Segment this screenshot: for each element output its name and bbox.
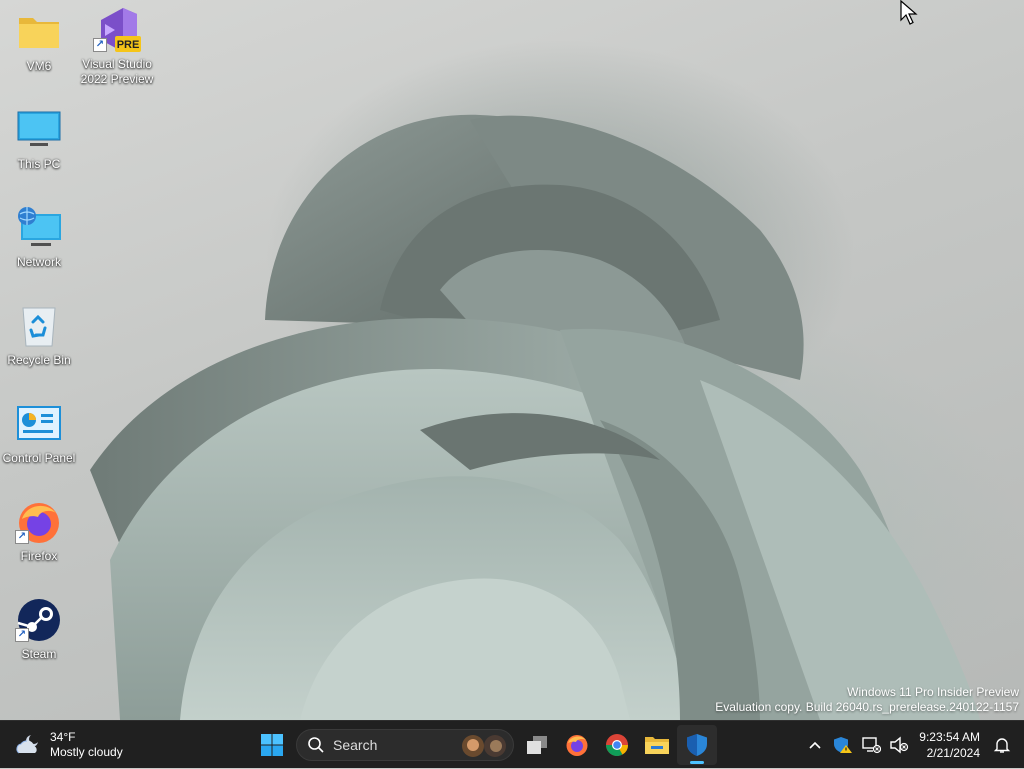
folder-icon	[15, 8, 63, 56]
watermark-edition: Windows 11 Pro Insider Preview	[847, 685, 1019, 699]
monitor-icon	[15, 106, 63, 154]
taskbar-search-box[interactable]: Search	[296, 729, 514, 761]
network-icon	[15, 204, 63, 252]
desktop-icon-visual-studio[interactable]: PRE ↗ Visual Studio 2022 Preview	[78, 6, 156, 87]
security-warning-icon	[834, 737, 853, 753]
system-tray: 9:23:54 AM 2/21/2024	[801, 721, 1024, 769]
taskbar-clock[interactable]: 9:23:54 AM 2/21/2024	[919, 729, 980, 761]
tray-network-button[interactable]	[857, 725, 885, 765]
chrome-icon	[606, 734, 628, 756]
watermark-build: Evaluation copy. Build 26040.rs_prerelea…	[715, 700, 1019, 714]
shortcut-arrow-icon: ↗	[15, 530, 29, 544]
steam-icon: ↗	[15, 596, 63, 644]
windows-start-icon	[261, 734, 283, 756]
firefox-icon: ↗	[15, 498, 63, 546]
clock-date: 2/21/2024	[926, 746, 980, 760]
wallpaper-bloom	[90, 114, 980, 720]
volume-muted-icon	[890, 736, 909, 754]
show-hidden-icons-button[interactable]	[801, 725, 829, 765]
shield-icon	[687, 734, 707, 756]
notifications-button[interactable]	[988, 725, 1016, 765]
file-explorer-icon	[645, 737, 669, 754]
firefox-icon	[566, 735, 588, 756]
desktop-icon-label: Steam	[21, 647, 57, 661]
desktop-icon-label: VM6	[26, 59, 52, 73]
chevron-up-icon	[809, 741, 821, 749]
search-placeholder: Search	[333, 737, 378, 753]
bell-icon	[993, 738, 1011, 753]
svg-text:PRE: PRE	[117, 39, 140, 51]
taskbar: 34°F Mostly cloudy Search 9:23:54 AM 2/2…	[0, 720, 1024, 768]
shortcut-arrow-icon: ↗	[15, 628, 29, 642]
taskbar-file-explorer[interactable]	[637, 725, 677, 765]
control-panel-icon	[15, 400, 63, 448]
desktop-icon-label: Network	[16, 255, 61, 269]
desktop-icon-steam[interactable]: ↗ Steam	[0, 596, 78, 662]
start-button[interactable]	[252, 725, 292, 765]
desktop-icon-label: This PC	[17, 157, 61, 171]
taskbar-chrome[interactable]	[597, 725, 637, 765]
desktop-icon-control-panel[interactable]: Control Panel	[0, 400, 78, 466]
desktop-icon-label: Recycle Bin	[7, 353, 71, 367]
desktop-icon-label: Visual Studio 2022 Preview	[80, 57, 154, 86]
shortcut-arrow-icon: ↗	[93, 38, 107, 52]
search-icon	[308, 737, 324, 753]
weather-temperature: 34°F	[50, 730, 76, 744]
desktop-icon-this-pc[interactable]: This PC	[0, 106, 78, 172]
cloudy-moon-icon	[16, 734, 39, 754]
weather-widget[interactable]: 34°F Mostly cloudy	[14, 727, 123, 763]
desktop-icon-vm6[interactable]: VM6	[0, 8, 78, 74]
search-highlight-image	[462, 735, 506, 757]
task-view-button[interactable]	[517, 725, 557, 765]
tray-volume-button[interactable]	[885, 725, 913, 765]
desktop-icon-network[interactable]: Network	[0, 204, 78, 270]
desktop[interactable]: VM6 PRE ↗ Visual Studio 2022 Preview Thi…	[0, 0, 1024, 720]
recycle-bin-icon	[15, 302, 63, 350]
desktop-icon-label: Firefox	[20, 549, 58, 563]
network-disconnected-icon	[862, 737, 882, 754]
mouse-cursor-icon	[900, 0, 918, 25]
windows-evaluation-watermark: Windows 11 Pro Insider Preview Evaluatio…	[715, 685, 1019, 715]
visual-studio-preview-icon: PRE ↗	[93, 6, 141, 54]
active-app-indicator	[690, 761, 704, 764]
tray-security-button[interactable]	[829, 725, 857, 765]
taskbar-firefox[interactable]	[557, 725, 597, 765]
clock-time: 9:23:54 AM	[919, 730, 980, 744]
desktop-icon-firefox[interactable]: ↗ Firefox	[0, 498, 78, 564]
weather-condition: Mostly cloudy	[50, 745, 123, 759]
taskbar-center: Search	[252, 725, 717, 765]
desktop-icon-label: Control Panel	[2, 451, 76, 465]
desktop-icon-recycle-bin[interactable]: Recycle Bin	[0, 302, 78, 368]
taskbar-windows-security[interactable]	[677, 725, 717, 765]
task-view-icon	[527, 736, 547, 754]
